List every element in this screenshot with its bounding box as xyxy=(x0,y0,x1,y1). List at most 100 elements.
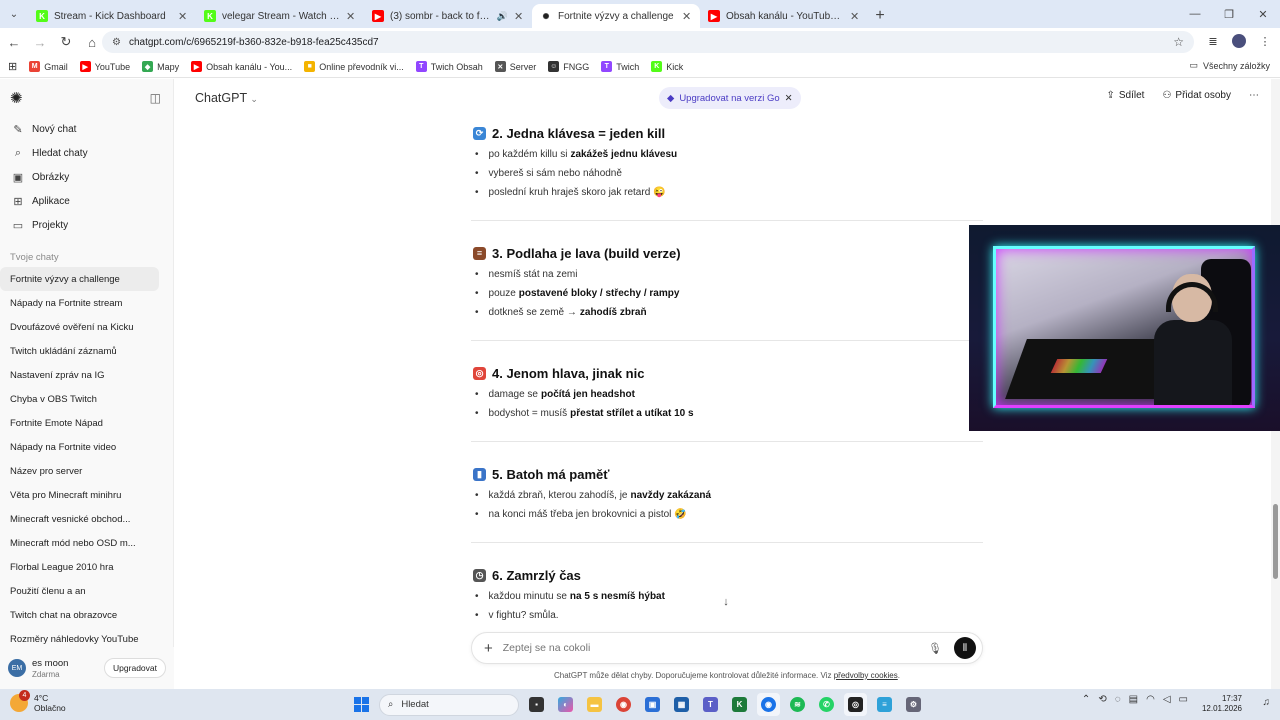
chat-history-item[interactable]: Použití členu a an xyxy=(0,579,173,603)
bookmark-item[interactable]: ▶ YouTube xyxy=(79,61,130,72)
bookmark-item[interactable]: ■ Online převodník vi... xyxy=(304,61,404,72)
close-tab-icon[interactable]: ✕ xyxy=(178,10,188,23)
profile-avatar[interactable] xyxy=(1230,32,1248,50)
chrome-active-icon[interactable]: ◉ xyxy=(757,693,780,716)
kick-app-icon[interactable]: K xyxy=(728,693,751,716)
home-icon[interactable]: ⌂ xyxy=(80,30,104,54)
chat-history-item[interactable]: Chyba v OBS Twitch xyxy=(0,387,173,411)
bookmark-item[interactable]: K Kick xyxy=(651,61,683,72)
chatgpt-logo-icon[interactable]: ✺ xyxy=(10,89,23,107)
prompt-input[interactable] xyxy=(502,642,929,654)
close-tab-icon[interactable]: ✕ xyxy=(514,10,524,23)
wifi-icon[interactable]: ◠ xyxy=(1146,694,1155,705)
calculator-icon[interactable]: ▦ xyxy=(670,693,693,716)
copilot-icon[interactable]: ◐ xyxy=(554,693,577,716)
back-icon[interactable]: ← xyxy=(2,30,26,54)
close-tab-icon[interactable]: ✕ xyxy=(850,10,860,23)
attach-plus-icon[interactable]: + xyxy=(484,640,493,657)
bookmark-item[interactable]: T Twich Obsah xyxy=(415,61,483,72)
browser-tab[interactable]: ✺ Fortnite výzvy a challenge ✕ xyxy=(532,4,700,28)
store-icon[interactable]: ▣ xyxy=(641,693,664,716)
browser-tab[interactable]: K Stream - Kick Dashboard ✕ xyxy=(28,4,196,28)
more-options-icon[interactable]: ⋯ xyxy=(1249,90,1259,101)
forward-icon[interactable]: → xyxy=(28,30,52,54)
all-bookmarks[interactable]: ▭ Všechny záložky xyxy=(1189,60,1270,71)
file-explorer-icon[interactable]: ▬ xyxy=(583,693,606,716)
sidebar-nav-item[interactable]: ▣ Obrázky xyxy=(0,165,173,189)
menu-icon[interactable]: ⋮ xyxy=(1256,32,1274,50)
voice-mode-button[interactable]: ⦀ xyxy=(954,637,976,659)
sidebar-nav-item[interactable]: ▭ Projekty xyxy=(0,213,173,237)
scrollbar-thumb[interactable] xyxy=(1273,504,1278,579)
microphone-icon[interactable]: 🎙 xyxy=(928,642,942,655)
address-bar[interactable]: ⚙ chatgpt.com/c/6965219f-b360-832e-b918-… xyxy=(102,31,1194,53)
sync-icon[interactable]: ⟲ xyxy=(1098,694,1106,705)
reload-icon[interactable]: ↻ xyxy=(54,30,78,54)
add-people-button[interactable]: ⚇ Přidat osoby xyxy=(1162,90,1231,101)
share-button[interactable]: ⇪ Sdílet xyxy=(1106,90,1144,101)
chat-history-item[interactable]: Nastavení zpráv na IG xyxy=(0,363,173,387)
chevron-up-icon[interactable]: ⌃ xyxy=(1082,694,1090,705)
scroll-down-icon[interactable]: ↓ xyxy=(718,594,734,610)
sidebar-toggle-icon[interactable]: ◫ xyxy=(150,91,161,105)
speaker-icon[interactable]: 🔊 xyxy=(497,11,508,22)
teams-icon[interactable]: T xyxy=(699,693,722,716)
volume-icon[interactable]: ◁ xyxy=(1163,694,1171,705)
close-tab-icon[interactable]: ✕ xyxy=(682,10,692,23)
chat-history-item[interactable]: Minecraft mód nebo OSD m... xyxy=(0,531,173,555)
bulb-icon[interactable]: ◌ xyxy=(1115,694,1121,705)
browser-tab[interactable]: ▶ Obsah kanálu - YouTube Studio ✕ xyxy=(700,4,868,28)
bookmark-item[interactable]: ◆ Mapy xyxy=(142,61,179,72)
site-info-icon[interactable]: ⚙ xyxy=(112,37,121,48)
chrome-icon[interactable]: ◉ xyxy=(612,693,635,716)
chat-history-item[interactable]: Fortnite výzvy a challenge xyxy=(0,267,159,291)
tab-search-icon[interactable]: ⌄ xyxy=(0,0,28,28)
browser-tab[interactable]: Kvelegar Stream - Watch Live on ✕ xyxy=(196,4,364,28)
upgrade-button[interactable]: Upgradovat xyxy=(104,658,166,678)
chat-history-item[interactable]: Věta pro Minecraft minihru xyxy=(0,483,173,507)
new-tab-button[interactable]: + xyxy=(868,4,892,28)
chat-history-item[interactable]: Název pro server xyxy=(0,459,173,483)
bookmark-item[interactable]: T Twich xyxy=(601,61,639,72)
weather-widget[interactable]: 4 4°C Oblačno xyxy=(10,690,66,713)
sidebar-nav-item[interactable]: ✎ Nový chat xyxy=(0,117,173,141)
model-selector[interactable]: ChatGPT ⌄ xyxy=(195,91,258,105)
close-tab-icon[interactable]: ✕ xyxy=(346,10,356,23)
apps-grid-icon[interactable]: ⊞ xyxy=(8,60,17,73)
spotify-icon[interactable]: ≋ xyxy=(786,693,809,716)
sidebar-nav-item[interactable]: ⊞ Aplikace xyxy=(0,189,173,213)
browser-tab[interactable]: ▶ (3) sombr - back to friends 🔊 ✕ xyxy=(364,4,532,28)
printer-icon[interactable]: ▤ xyxy=(1129,694,1138,705)
chat-history-item[interactable]: Fortnite Emote Nápad xyxy=(0,411,173,435)
user-panel[interactable]: EM es moon Zdarma Upgradovat xyxy=(0,647,174,689)
bookmark-item[interactable]: ✕ Server xyxy=(494,61,536,72)
reading-list-icon[interactable]: ≣ xyxy=(1204,32,1222,50)
settings-icon[interactable]: ⚙ xyxy=(902,693,925,716)
minimize-icon[interactable]: — xyxy=(1178,0,1212,28)
chat-history-item[interactable]: Nápady na Fortnite stream xyxy=(0,291,173,315)
bookmark-item[interactable]: ☺ FNGG xyxy=(548,61,589,72)
chat-history-item[interactable]: Dvoufázové ověření na Kicku xyxy=(0,315,173,339)
chat-history-item[interactable]: Minecraft vesnické obchod... xyxy=(0,507,173,531)
chat-history-item[interactable]: Florbal League 2010 hra xyxy=(0,555,173,579)
bookmark-star-icon[interactable]: ☆ xyxy=(1173,35,1184,49)
whatsapp-icon[interactable]: ✆ xyxy=(815,693,838,716)
notification-bell-icon[interactable]: ♫ xyxy=(1263,697,1271,708)
close-window-icon[interactable]: ✕ xyxy=(1246,0,1280,28)
clock[interactable]: 17:37 12.01.2026 xyxy=(1202,694,1242,714)
chat-history-item[interactable]: Twitch chat na obrazovce xyxy=(0,603,173,627)
restore-icon[interactable]: ❐ xyxy=(1212,0,1246,28)
bookmark-item[interactable]: ▶ Obsah kanálu - You... xyxy=(191,61,292,72)
close-icon[interactable]: ✕ xyxy=(785,93,793,104)
sidebar-nav-item[interactable]: ⌕ Hledat chaty xyxy=(0,141,173,165)
task-view-icon[interactable]: ▪ xyxy=(525,693,548,716)
chat-history-item[interactable]: Nápady na Fortnite video xyxy=(0,435,173,459)
chat-history-item[interactable]: Twitch ukládání záznamů xyxy=(0,339,173,363)
cookie-preferences-link[interactable]: předvolby cookies xyxy=(834,671,898,680)
taskbar-search[interactable]: ⌕ Hledat xyxy=(379,693,519,716)
start-icon[interactable] xyxy=(350,693,373,716)
bookmark-item[interactable]: M Gmail xyxy=(29,61,68,72)
obs-icon[interactable]: ◎ xyxy=(844,693,867,716)
upgrade-go-pill[interactable]: ◆ Upgradovat na verzi Go ✕ xyxy=(659,87,801,109)
notepad-icon[interactable]: ≡ xyxy=(873,693,896,716)
